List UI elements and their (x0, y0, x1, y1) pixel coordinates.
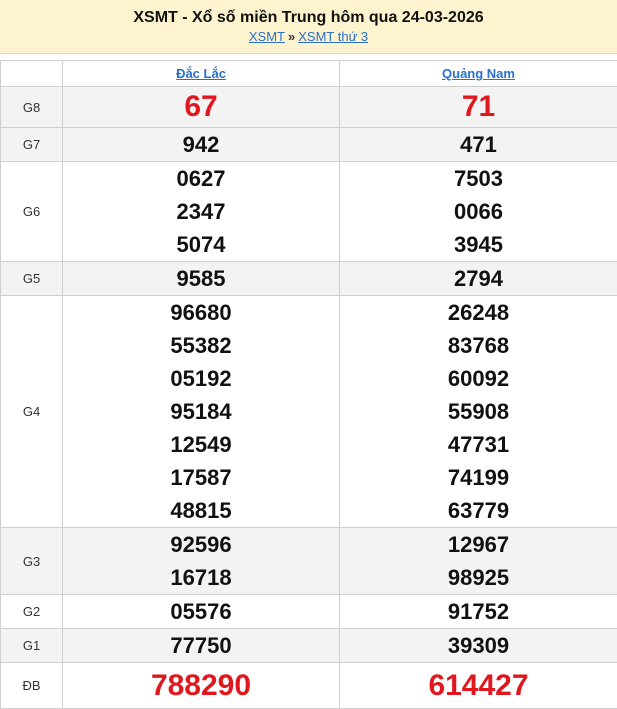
page-header: XSMT - Xổ số miền Trung hôm qua 24-03-20… (0, 0, 617, 54)
result-number: 92596 (63, 528, 339, 561)
result-number: 26248 (340, 296, 617, 329)
result-number: 12967 (340, 528, 617, 561)
result-number: 48815 (63, 494, 339, 527)
province-link-quangnam[interactable]: Quảng Nam (442, 66, 515, 81)
result-number: 9585 (63, 262, 339, 295)
breadcrumb: XSMT»XSMT thứ 3 (0, 28, 617, 46)
table-header-row: Đắc Lắc Quảng Nam (1, 61, 617, 87)
result-cell-quangnam: 71 (340, 87, 617, 128)
result-number: 47731 (340, 428, 617, 461)
result-cell-quangnam: 750300663945 (340, 162, 617, 262)
prize-label: G4 (1, 296, 63, 528)
province-header-quangnam: Quảng Nam (340, 61, 617, 87)
result-number: 63779 (340, 494, 617, 527)
result-number: 7503 (340, 162, 617, 195)
result-number: 17587 (63, 461, 339, 494)
result-number: 788290 (63, 664, 339, 708)
result-cell-quangnam: 91752 (340, 595, 617, 629)
province-header-daclac: Đắc Lắc (63, 61, 340, 87)
prize-label: G3 (1, 528, 63, 595)
result-cell-daclac: 05576 (63, 595, 340, 629)
result-cell-daclac: 96680553820519295184125491758748815 (63, 296, 340, 528)
result-number: 77750 (63, 629, 339, 662)
prize-row-db: ĐB788290614427 (1, 663, 617, 709)
prize-row-g5: G595852794 (1, 262, 617, 296)
result-number: 05576 (63, 595, 339, 628)
prize-label: G8 (1, 87, 63, 128)
breadcrumb-xsmt-thu3-link[interactable]: XSMT thứ 3 (298, 29, 368, 44)
result-cell-quangnam: 39309 (340, 629, 617, 663)
prize-label: G2 (1, 595, 63, 629)
result-number: 12549 (63, 428, 339, 461)
result-number: 5074 (63, 228, 339, 261)
province-link-daclac[interactable]: Đắc Lắc (176, 66, 226, 81)
result-cell-daclac: 062723475074 (63, 162, 340, 262)
result-cell-quangnam: 2794 (340, 262, 617, 296)
breadcrumb-separator: » (288, 29, 295, 44)
results-table: Đắc Lắc Quảng Nam G86771G7942471G6062723… (0, 60, 617, 709)
result-cell-quangnam: 471 (340, 128, 617, 162)
prize-row-g4: G496680553820519295184125491758748815262… (1, 296, 617, 528)
prize-row-g6: G6062723475074750300663945 (1, 162, 617, 262)
result-number: 98925 (340, 561, 617, 594)
result-cell-quangnam: 1296798925 (340, 528, 617, 595)
result-number: 71 (340, 88, 617, 126)
breadcrumb-xsmt-link[interactable]: XSMT (249, 29, 285, 44)
result-cell-daclac: 9585 (63, 262, 340, 296)
result-cell-quangnam: 614427 (340, 663, 617, 709)
result-number: 2347 (63, 195, 339, 228)
result-number: 3945 (340, 228, 617, 261)
result-number: 05192 (63, 362, 339, 395)
page-title: XSMT - Xổ số miền Trung hôm qua 24-03-20… (0, 8, 617, 28)
result-number: 0627 (63, 162, 339, 195)
result-number: 95184 (63, 395, 339, 428)
result-cell-daclac: 942 (63, 128, 340, 162)
result-number: 74199 (340, 461, 617, 494)
result-number: 55908 (340, 395, 617, 428)
prize-row-g8: G86771 (1, 87, 617, 128)
result-cell-daclac: 77750 (63, 629, 340, 663)
result-number: 55382 (63, 329, 339, 362)
result-number: 60092 (340, 362, 617, 395)
prize-row-g3: G392596167181296798925 (1, 528, 617, 595)
result-cell-quangnam: 26248837686009255908477317419963779 (340, 296, 617, 528)
result-number: 0066 (340, 195, 617, 228)
result-cell-daclac: 67 (63, 87, 340, 128)
result-number: 614427 (340, 664, 617, 708)
prize-label: G6 (1, 162, 63, 262)
prize-row-g1: G17775039309 (1, 629, 617, 663)
result-number: 942 (63, 128, 339, 161)
result-number: 39309 (340, 629, 617, 662)
result-number: 2794 (340, 262, 617, 295)
result-number: 16718 (63, 561, 339, 594)
result-number: 83768 (340, 329, 617, 362)
prize-row-g7: G7942471 (1, 128, 617, 162)
prize-row-g2: G20557691752 (1, 595, 617, 629)
result-number: 91752 (340, 595, 617, 628)
prize-label: G7 (1, 128, 63, 162)
prize-label: G5 (1, 262, 63, 296)
prize-column-header (1, 61, 63, 87)
result-cell-daclac: 9259616718 (63, 528, 340, 595)
prize-label: G1 (1, 629, 63, 663)
result-number: 96680 (63, 296, 339, 329)
result-number: 471 (340, 128, 617, 161)
result-cell-daclac: 788290 (63, 663, 340, 709)
prize-label: ĐB (1, 663, 63, 709)
result-number: 67 (63, 88, 339, 126)
